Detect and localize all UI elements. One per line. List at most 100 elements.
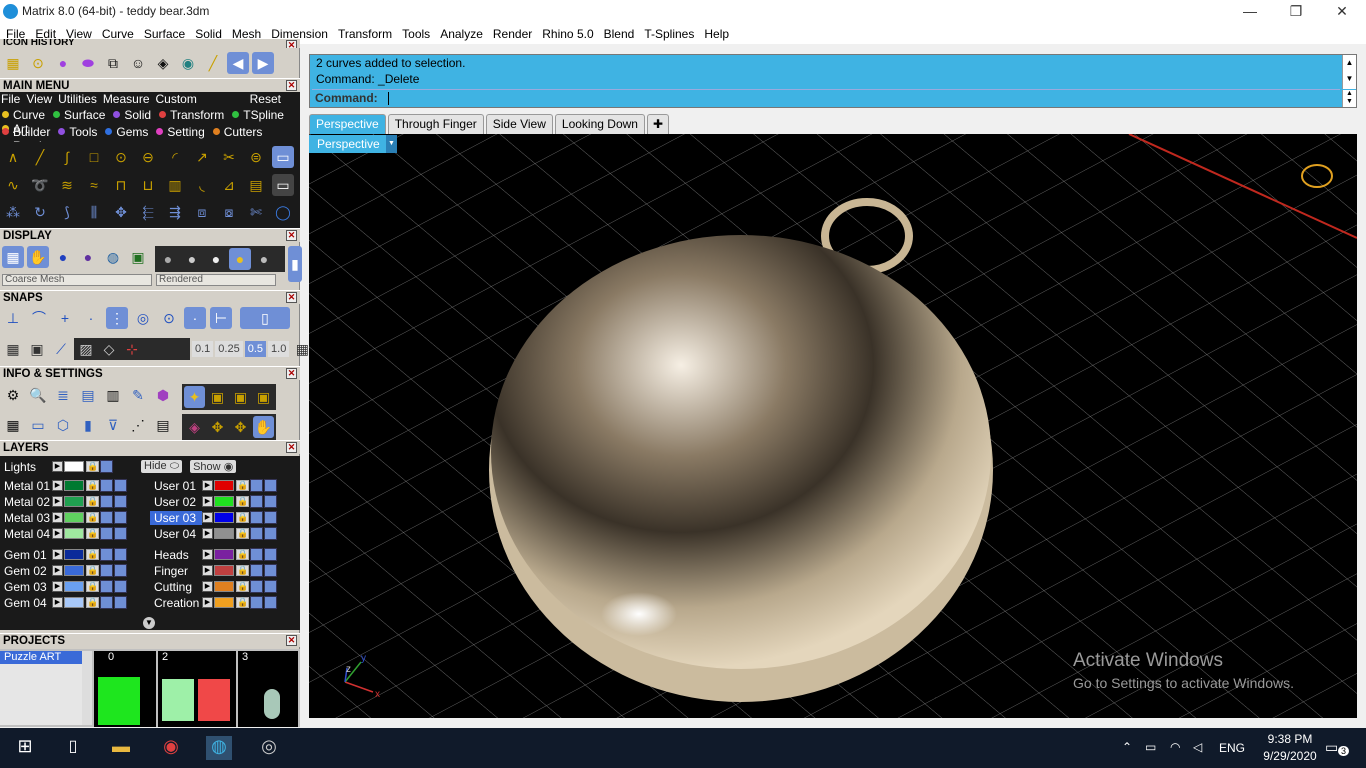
battery-icon[interactable]: ▭ bbox=[1145, 740, 1156, 754]
edit-icon[interactable]: ✎ bbox=[127, 384, 149, 406]
circle-icon[interactable]: ⊙ bbox=[110, 146, 132, 168]
layer-name[interactable]: Metal 02 bbox=[0, 495, 52, 509]
layer-current-toggle[interactable] bbox=[114, 580, 127, 593]
tab-through-finger[interactable]: Through Finger bbox=[387, 114, 484, 134]
snap-tan-icon[interactable]: · bbox=[184, 307, 206, 329]
hatch-icon[interactable]: ▨ bbox=[76, 338, 96, 360]
project-thumb-2[interactable]: 2 bbox=[158, 651, 236, 727]
material-sphere-icon[interactable]: ● bbox=[77, 246, 99, 268]
layer-expand-icon[interactable]: ▶ bbox=[202, 512, 213, 523]
options-icon[interactable]: ▭ bbox=[272, 146, 294, 168]
ellipse-icon[interactable]: ⊖ bbox=[137, 146, 159, 168]
back-arrow-icon[interactable]: ◀ bbox=[227, 52, 249, 74]
lock-icon[interactable]: 🔒 bbox=[236, 597, 249, 608]
layer-visibility-toggle[interactable] bbox=[100, 580, 113, 593]
line-icon[interactable]: ╱ bbox=[29, 146, 51, 168]
close-icon[interactable]: ✕ bbox=[286, 442, 297, 453]
layer-expand-icon[interactable]: ▶ bbox=[52, 512, 63, 523]
wave-icon[interactable]: ∿ bbox=[2, 174, 24, 196]
cylinder-icon[interactable]: ▮ bbox=[77, 414, 99, 436]
layer-name[interactable]: User 04 bbox=[150, 527, 202, 541]
lock-icon[interactable]: 🔒 bbox=[236, 512, 249, 523]
layer-expand-icon[interactable]: ▶ bbox=[202, 581, 213, 592]
plane-icon[interactable]: ◇ bbox=[99, 338, 119, 360]
category-tools[interactable]: Tools bbox=[58, 125, 101, 139]
trim-icon[interactable]: ⊿ bbox=[218, 174, 240, 196]
globe-icon[interactable]: ◍ bbox=[102, 246, 124, 268]
project-scrollbar[interactable] bbox=[82, 651, 92, 725]
grid-snap-icon[interactable]: ▦ bbox=[2, 338, 24, 360]
layer-visibility-toggle[interactable] bbox=[250, 580, 263, 593]
circle-icon[interactable]: ⊙ bbox=[27, 52, 49, 74]
layer-row[interactable]: Gem 01 ▶ 🔒 bbox=[0, 547, 127, 562]
fit-icon[interactable]: ⊜ bbox=[245, 146, 267, 168]
snap-quad-icon[interactable]: ⊙ bbox=[158, 307, 180, 329]
windows-icon[interactable]: ▦ bbox=[2, 414, 24, 436]
box-icon[interactable]: ⬢ bbox=[152, 384, 174, 406]
layer-row[interactable]: Metal 03 ▶ 🔒 bbox=[0, 510, 127, 525]
lock-icon[interactable]: 🔒 bbox=[86, 581, 99, 592]
layer-expand-icon[interactable]: ▶ bbox=[52, 581, 63, 592]
lock-icon[interactable]: 🔒 bbox=[86, 461, 99, 472]
white-sphere-icon[interactable]: ● bbox=[205, 248, 227, 270]
polyline-icon[interactable]: ∧ bbox=[2, 146, 24, 168]
history-scrollbar[interactable]: ▲ ▼ bbox=[1342, 55, 1356, 89]
image-icon[interactable]: ▣ bbox=[127, 246, 149, 268]
category-surface[interactable]: Surface bbox=[53, 108, 109, 122]
lock-shape-icon[interactable]: ⊓ bbox=[110, 174, 132, 196]
curve-icon[interactable]: ∫ bbox=[56, 146, 78, 168]
layer-expand-icon[interactable]: ▶ bbox=[52, 461, 63, 472]
cut-icon[interactable]: ✄ bbox=[245, 201, 267, 223]
layer-color-swatch[interactable] bbox=[214, 480, 234, 491]
filter-icon[interactable]: ⊽ bbox=[102, 414, 124, 436]
layer-current-toggle[interactable] bbox=[114, 479, 127, 492]
layer-name[interactable]: User 01 bbox=[150, 479, 202, 493]
chevron-down-icon[interactable]: ▼ bbox=[1346, 74, 1354, 83]
mm-utilities[interactable]: Utilities bbox=[57, 92, 102, 108]
minimize-button[interactable]: — bbox=[1227, 0, 1273, 23]
close-icon[interactable]: ✕ bbox=[286, 230, 297, 241]
mm-reset[interactable]: Reset bbox=[249, 92, 286, 108]
layer-color-swatch[interactable] bbox=[64, 581, 84, 592]
layer-row[interactable]: Metal 01 ▶ 🔒 bbox=[0, 478, 127, 493]
lock-icon[interactable]: 🔒 bbox=[86, 480, 99, 491]
layer-color-swatch[interactable] bbox=[214, 597, 234, 608]
menu-blend[interactable]: Blend bbox=[600, 27, 641, 41]
cluster-icon[interactable]: ⁂ bbox=[2, 201, 24, 223]
lights-color-swatch[interactable] bbox=[64, 461, 84, 472]
layer-name[interactable]: Metal 01 bbox=[0, 479, 52, 493]
layer-current-toggle[interactable] bbox=[114, 495, 127, 508]
lock-icon[interactable]: 🔒 bbox=[86, 512, 99, 523]
layer-expand-icon[interactable]: ▶ bbox=[202, 480, 213, 491]
cube-settings-icon[interactable]: ⬡ bbox=[52, 414, 74, 436]
layer-expand-icon[interactable]: ▶ bbox=[52, 480, 63, 491]
tab-side-view[interactable]: Side View bbox=[485, 114, 553, 134]
close-icon[interactable]: ✕ bbox=[286, 368, 297, 379]
fillet-icon[interactable]: ◟ bbox=[191, 174, 213, 196]
snap-point-icon[interactable]: · bbox=[80, 307, 102, 329]
restore-button[interactable]: ❐ bbox=[1273, 0, 1319, 23]
export-icon[interactable]: ▣ bbox=[253, 386, 274, 408]
project-thumb-3[interactable]: 3 bbox=[238, 651, 298, 727]
close-icon[interactable]: ✕ bbox=[286, 635, 297, 646]
close-icon[interactable]: ✕ bbox=[286, 292, 297, 303]
display-toggle-icon[interactable]: ▮ bbox=[288, 246, 302, 282]
layer-color-swatch[interactable] bbox=[64, 528, 84, 539]
layer-name[interactable]: Metal 04 bbox=[0, 527, 52, 541]
mirror-icon[interactable]: ⊔ bbox=[137, 174, 159, 196]
project-thumb-1[interactable]: 0 bbox=[94, 651, 156, 727]
layer-name[interactable]: User 03 bbox=[150, 510, 202, 525]
layer-row[interactable]: Gem 02 ▶ 🔒 bbox=[0, 563, 127, 578]
layer-current-toggle[interactable] bbox=[114, 511, 127, 524]
tab-perspective[interactable]: Perspective bbox=[309, 114, 386, 134]
perspective-viewport[interactable]: Perspective ▼ x y z Activate Windows Go … bbox=[309, 134, 1357, 718]
group-icon[interactable]: ⧈ bbox=[191, 201, 213, 223]
layer-row[interactable]: Gem 03 ▶ 🔒 bbox=[0, 579, 127, 594]
layer-name[interactable]: Creation bbox=[150, 596, 202, 610]
snap-value-0.5[interactable]: 0.5 bbox=[244, 341, 267, 357]
lights-visibility-toggle[interactable] bbox=[100, 460, 113, 473]
command-input-area[interactable]: Command: bbox=[312, 89, 1340, 106]
expand-down-icon[interactable]: ▼ bbox=[143, 617, 155, 629]
face-icon[interactable]: ☺ bbox=[127, 52, 149, 74]
snap-center-icon[interactable]: ◎ bbox=[132, 307, 154, 329]
